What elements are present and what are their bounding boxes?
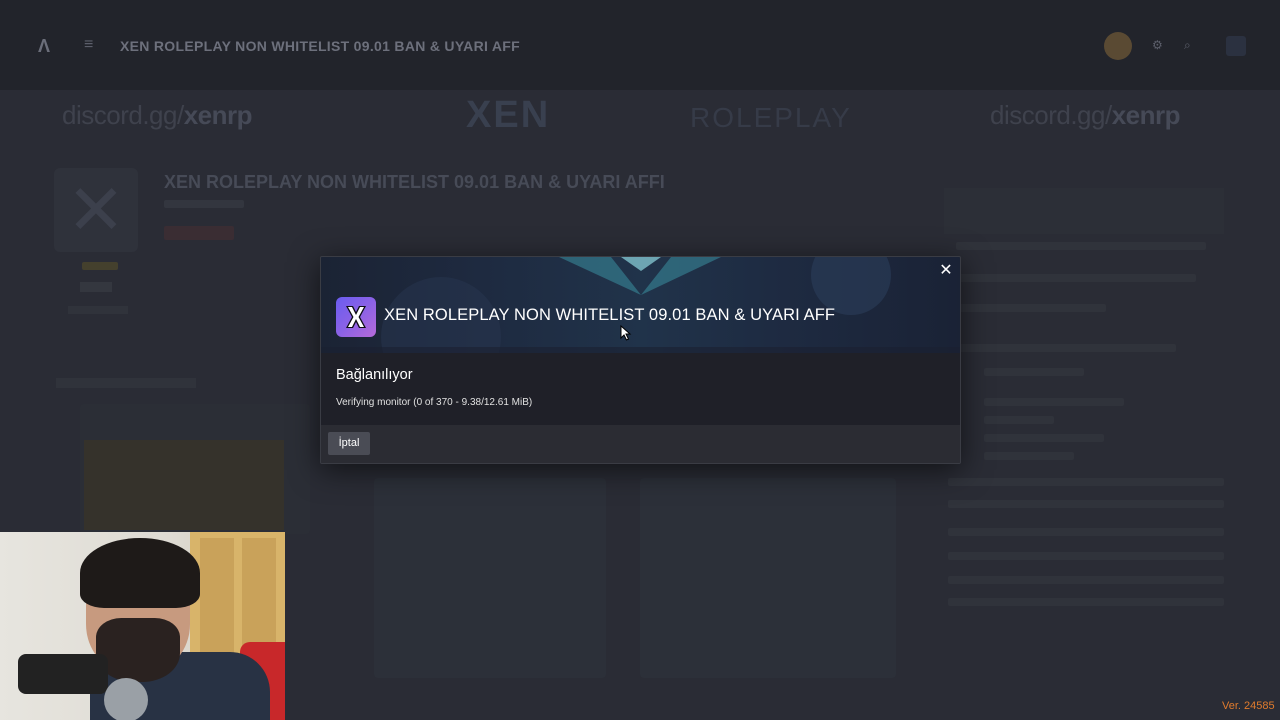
webcam-microphone xyxy=(104,678,148,720)
cancel-button[interactable]: İptal xyxy=(328,432,370,455)
right-panel-line xyxy=(984,434,1104,442)
server-subtitle xyxy=(164,200,244,208)
server-stat-secondary xyxy=(68,306,128,314)
close-icon: ✕ xyxy=(939,262,953,279)
search-icon: ⌕ xyxy=(1184,38,1191,52)
window-control-icon xyxy=(1226,36,1246,56)
right-panel-line xyxy=(956,274,1196,282)
dialog-header: ✕ XEN ROLEPLAY NON WHITELIST 09.01 BAN &… xyxy=(321,257,960,353)
mouse-cursor-icon xyxy=(620,325,632,341)
webcam-person-beard xyxy=(96,618,180,682)
x-logo-icon xyxy=(346,306,366,328)
right-panel-line xyxy=(956,242,1206,250)
webcam-person-hair xyxy=(80,538,200,608)
server-banner: discord.gg/xenrp XEN ROLEPLAY discord.gg… xyxy=(0,88,1280,148)
webcam-overlay xyxy=(0,532,285,720)
status-detail: Verifying monitor (0 of 370 - 9.38/12.61… xyxy=(336,397,533,408)
right-panel xyxy=(944,188,1234,608)
connecting-dialog: ✕ XEN ROLEPLAY NON WHITELIST 09.01 BAN &… xyxy=(320,256,961,464)
settings-icon: ⚙ xyxy=(1152,38,1163,52)
left-card-image xyxy=(84,440,284,530)
server-stat xyxy=(80,282,112,292)
close-button[interactable]: ✕ xyxy=(936,261,956,281)
top-bar: Λ ≡ XEN ROLEPLAY NON WHITELIST 09.01 BAN… xyxy=(0,0,1280,90)
dialog-title: XEN ROLEPLAY NON WHITELIST 09.01 BAN & U… xyxy=(384,306,836,324)
webcam-mic-arm xyxy=(18,654,108,694)
server-title: XEN ROLEPLAY NON WHITELIST 09.01 BAN & U… xyxy=(164,172,665,192)
right-panel-line xyxy=(984,416,1054,424)
right-panel-line xyxy=(948,478,1224,486)
promo-card xyxy=(374,478,606,678)
right-panel-line xyxy=(948,528,1224,536)
right-panel-line xyxy=(948,552,1224,560)
shelf-compartment xyxy=(200,538,234,668)
server-logo xyxy=(336,297,376,337)
user-avatar xyxy=(1104,32,1132,60)
app-logo-icon: Λ xyxy=(38,36,51,56)
version-label: Ver. 24585 xyxy=(1222,700,1275,712)
promo-card xyxy=(640,478,896,678)
right-panel-line xyxy=(948,500,1224,508)
right-panel-line xyxy=(984,398,1124,406)
right-panel-line xyxy=(984,452,1074,460)
status-title: Bağlanılıyor xyxy=(336,367,413,383)
banner-discord-left: discord.gg/xenrp xyxy=(62,100,253,130)
right-panel-line xyxy=(956,304,1106,312)
server-badge xyxy=(164,226,234,240)
banner-discord-right: discord.gg/xenrp xyxy=(990,100,1181,130)
right-panel-line xyxy=(948,576,1224,584)
dialog-body: Bağlanılıyor Verifying monitor (0 of 370… xyxy=(321,353,960,425)
banner-roleplay-word: ROLEPLAY xyxy=(690,102,852,133)
dialog-footer: İptal xyxy=(321,425,960,463)
menu-icon: ≡ xyxy=(84,36,94,53)
server-icon: ✕ xyxy=(54,168,138,252)
left-list-heading xyxy=(56,378,196,388)
right-panel-line xyxy=(948,598,1224,606)
right-panel-line xyxy=(984,368,1084,376)
topbar-title: XEN ROLEPLAY NON WHITELIST 09.01 BAN & U… xyxy=(120,38,520,54)
right-panel-line xyxy=(956,344,1176,352)
server-rating xyxy=(82,262,118,270)
right-panel-header xyxy=(944,188,1224,234)
header-art xyxy=(321,257,960,353)
banner-xen-word: XEN xyxy=(466,94,551,136)
